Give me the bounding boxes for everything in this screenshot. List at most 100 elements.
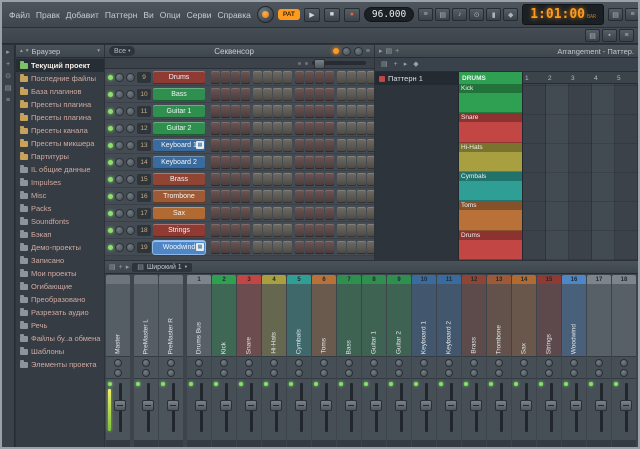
step-cell[interactable] <box>241 207 250 220</box>
pattern-mode-badge[interactable]: PAT <box>278 9 300 20</box>
draw-tool-icon[interactable]: ▤ <box>381 61 388 68</box>
strip-mute-led[interactable] <box>314 382 318 386</box>
strip-stereo-knob[interactable] <box>620 369 628 377</box>
menu-item[interactable]: Справка <box>217 10 250 20</box>
channel-enable-led[interactable] <box>108 194 113 199</box>
step-cell[interactable] <box>253 88 262 101</box>
step-cell[interactable] <box>231 71 240 84</box>
step-cell[interactable] <box>315 224 324 237</box>
strip-stereo-knob[interactable] <box>520 369 528 377</box>
step-cell[interactable] <box>241 241 250 254</box>
rack-menu-icon[interactable]: ≡ <box>366 48 370 55</box>
step-cell[interactable] <box>357 190 366 203</box>
step-cell[interactable] <box>231 224 240 237</box>
step-cell[interactable] <box>305 190 314 203</box>
mixer-strip[interactable]: 1 Drums Bus <box>187 275 211 447</box>
strip-pan-knob[interactable] <box>545 359 553 367</box>
step-cell[interactable] <box>253 241 262 254</box>
step-cell[interactable] <box>325 156 334 169</box>
step-cell[interactable] <box>337 88 346 101</box>
strip-pan-knob[interactable] <box>420 359 428 367</box>
step-cell[interactable] <box>231 88 240 101</box>
channel-filter-select[interactable]: Все▾ <box>109 46 135 56</box>
channel-volume-knob[interactable] <box>126 243 135 252</box>
step-cell[interactable] <box>263 224 272 237</box>
toolbar-shortcut-b-icon[interactable]: ▪ <box>602 29 617 42</box>
step-cell[interactable] <box>367 173 374 186</box>
mixer-strip[interactable]: 16 Woodwind <box>562 275 586 447</box>
mixer-strip[interactable]: PreMaster R <box>159 275 183 447</box>
mixer-layout-select[interactable]: ▤Широкий 1▾ <box>132 263 192 272</box>
channel-rack-window-icon[interactable]: ▤ <box>608 8 623 21</box>
menu-item[interactable]: Добавит <box>66 10 99 20</box>
fader-handle[interactable] <box>445 400 457 411</box>
strip-stereo-knob[interactable] <box>142 369 150 377</box>
mixer-strip[interactable]: 6 Toms <box>312 275 336 447</box>
step-cell[interactable] <box>273 88 282 101</box>
strip-stereo-knob[interactable] <box>295 369 303 377</box>
step-cell[interactable] <box>231 156 240 169</box>
step-cell[interactable] <box>221 139 230 152</box>
browser-menu-icon[interactable]: ≡ <box>6 97 10 104</box>
menu-item[interactable]: Опци <box>160 10 181 20</box>
step-cell[interactable] <box>295 105 304 118</box>
step-cell[interactable] <box>263 105 272 118</box>
browser-item[interactable]: Пресеты канала <box>16 124 104 137</box>
step-cell[interactable] <box>241 88 250 101</box>
strip-stereo-knob[interactable] <box>570 369 578 377</box>
strip-stereo-knob[interactable] <box>445 369 453 377</box>
strip-mute-led[interactable] <box>364 382 368 386</box>
strip-mute-led[interactable] <box>214 382 218 386</box>
step-cell[interactable] <box>263 207 272 220</box>
browser-item[interactable]: Партитуры <box>16 150 104 163</box>
strip-pan-knob[interactable] <box>445 359 453 367</box>
channel-volume-knob[interactable] <box>126 226 135 235</box>
step-cell[interactable] <box>305 156 314 169</box>
step-cell[interactable] <box>253 122 262 135</box>
step-cell[interactable] <box>211 224 220 237</box>
mixer-strip[interactable]: 2 Kick <box>212 275 236 447</box>
step-cell[interactable] <box>325 241 334 254</box>
step-cell[interactable] <box>231 241 240 254</box>
strip-pan-knob[interactable] <box>345 359 353 367</box>
browser-item[interactable]: Шаблоны <box>16 345 104 358</box>
mixer-strip[interactable]: 12 Brass <box>462 275 486 447</box>
step-cell[interactable] <box>305 241 314 254</box>
step-cell[interactable] <box>241 71 250 84</box>
mixer-strip[interactable]: 3 Snare <box>237 275 261 447</box>
step-cell[interactable] <box>221 207 230 220</box>
browser-options-icon[interactable]: ▾ <box>97 48 100 54</box>
strip-pan-knob[interactable] <box>320 359 328 367</box>
menu-item[interactable]: Серви <box>187 10 212 20</box>
step-cell[interactable] <box>295 71 304 84</box>
browser-item[interactable]: Преобразовано <box>16 293 104 306</box>
step-cell[interactable] <box>315 88 324 101</box>
typing-keyboard-icon[interactable]: ▮ <box>486 8 501 21</box>
scroll-up-icon[interactable]: ▴ <box>20 48 23 54</box>
menu-item[interactable]: Правк <box>36 10 60 20</box>
mixer-strip[interactable]: 9 Guitar 2 <box>387 275 411 447</box>
step-cell[interactable] <box>367 156 374 169</box>
step-cell[interactable] <box>263 139 272 152</box>
channel-button[interactable]: Strings▦ <box>153 224 205 237</box>
step-cell[interactable] <box>357 156 366 169</box>
step-cell[interactable] <box>315 71 324 84</box>
strip-mute-led[interactable] <box>136 382 140 386</box>
step-cell[interactable] <box>337 139 346 152</box>
step-cell[interactable] <box>283 241 292 254</box>
strip-pan-knob[interactable] <box>620 359 628 367</box>
browser-item[interactable]: Packs <box>16 202 104 215</box>
step-cell[interactable] <box>211 88 220 101</box>
step-cell[interactable] <box>367 207 374 220</box>
fader-handle[interactable] <box>420 400 432 411</box>
step-cell[interactable] <box>337 224 346 237</box>
mixer-strip[interactable]: 18 <box>612 275 636 447</box>
step-cell[interactable] <box>253 207 262 220</box>
fader-handle[interactable] <box>595 400 607 411</box>
step-cell[interactable] <box>315 156 324 169</box>
mixer-strip[interactable]: 8 Guitar 1 <box>362 275 386 447</box>
step-cell[interactable] <box>367 88 374 101</box>
channel-volume-knob[interactable] <box>126 73 135 82</box>
strip-mute-led[interactable] <box>189 382 193 386</box>
strip-stereo-knob[interactable] <box>595 369 603 377</box>
